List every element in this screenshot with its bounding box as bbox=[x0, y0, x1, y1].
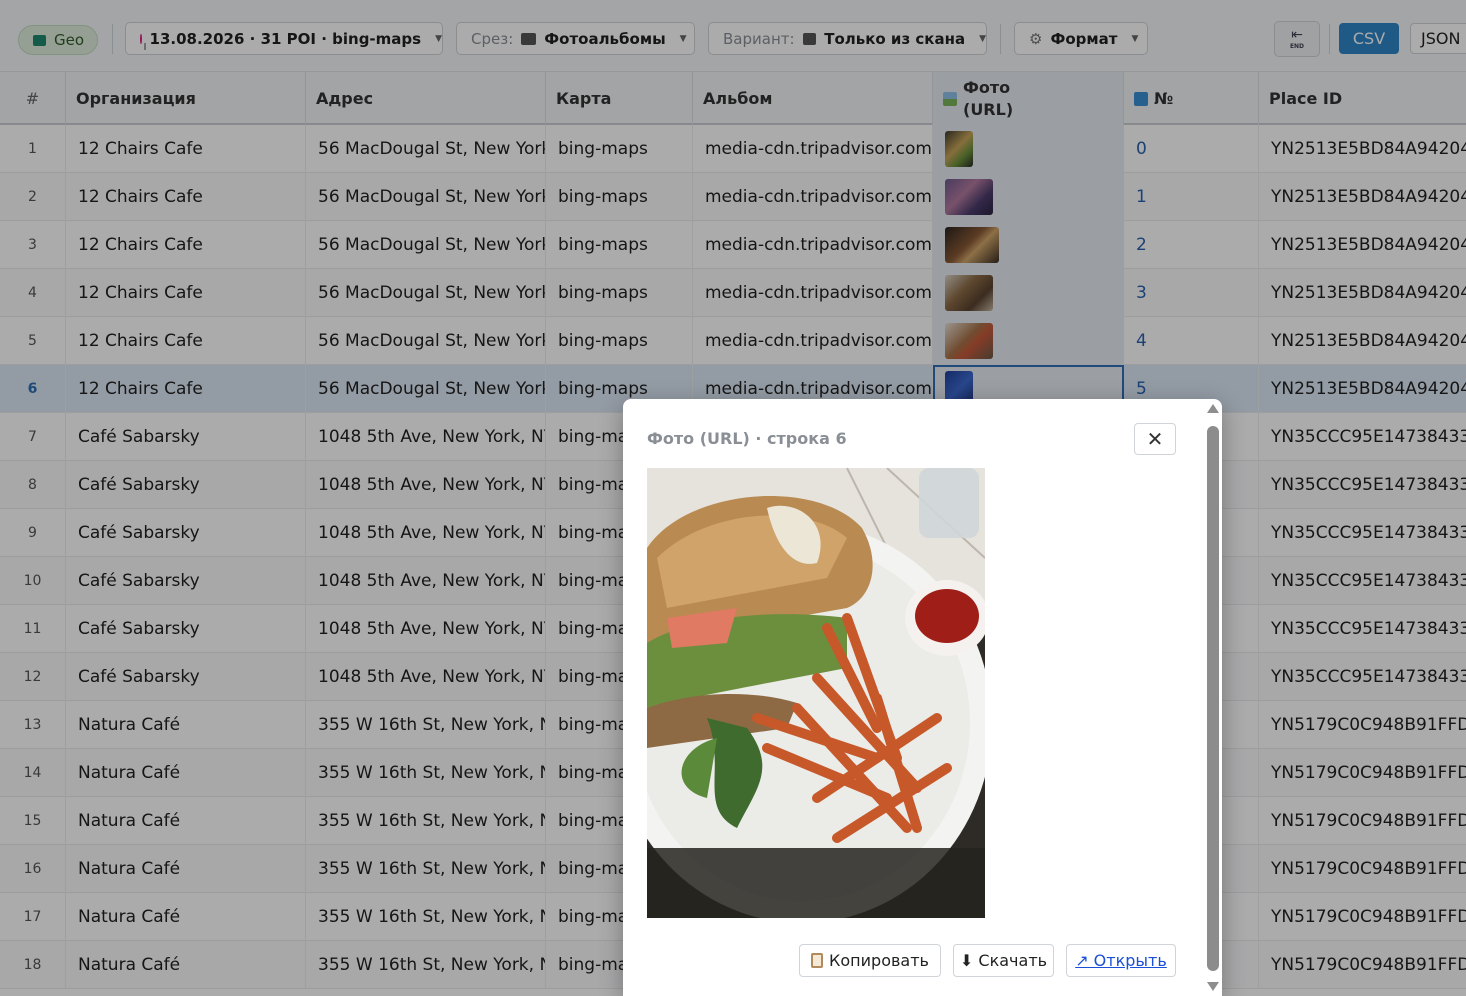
download-label: ⬇ Скачать bbox=[959, 951, 1048, 970]
clipboard-icon bbox=[811, 953, 824, 968]
copy-button[interactable]: Копировать bbox=[799, 944, 941, 977]
open-label: ↗ Открыть bbox=[1075, 951, 1167, 970]
open-link-button[interactable]: ↗ Открыть bbox=[1066, 944, 1176, 977]
copy-label: Копировать bbox=[829, 951, 929, 970]
modal-title: Фото (URL) · строка 6 bbox=[647, 429, 847, 448]
scroll-down-arrow-icon[interactable] bbox=[1207, 982, 1219, 991]
close-icon: ✕ bbox=[1146, 427, 1164, 451]
download-button[interactable]: ⬇ Скачать bbox=[953, 944, 1054, 977]
scrollbar-thumb[interactable] bbox=[1207, 426, 1219, 971]
close-button[interactable]: ✕ bbox=[1134, 423, 1176, 455]
photo-modal: Фото (URL) · строка 6 ✕ Копировать ⬇ Ска… bbox=[623, 399, 1222, 996]
scroll-up-arrow-icon[interactable] bbox=[1207, 404, 1219, 413]
modal-scrollbar[interactable] bbox=[1204, 399, 1222, 996]
food-photo bbox=[647, 468, 985, 918]
photo-preview bbox=[647, 468, 985, 918]
